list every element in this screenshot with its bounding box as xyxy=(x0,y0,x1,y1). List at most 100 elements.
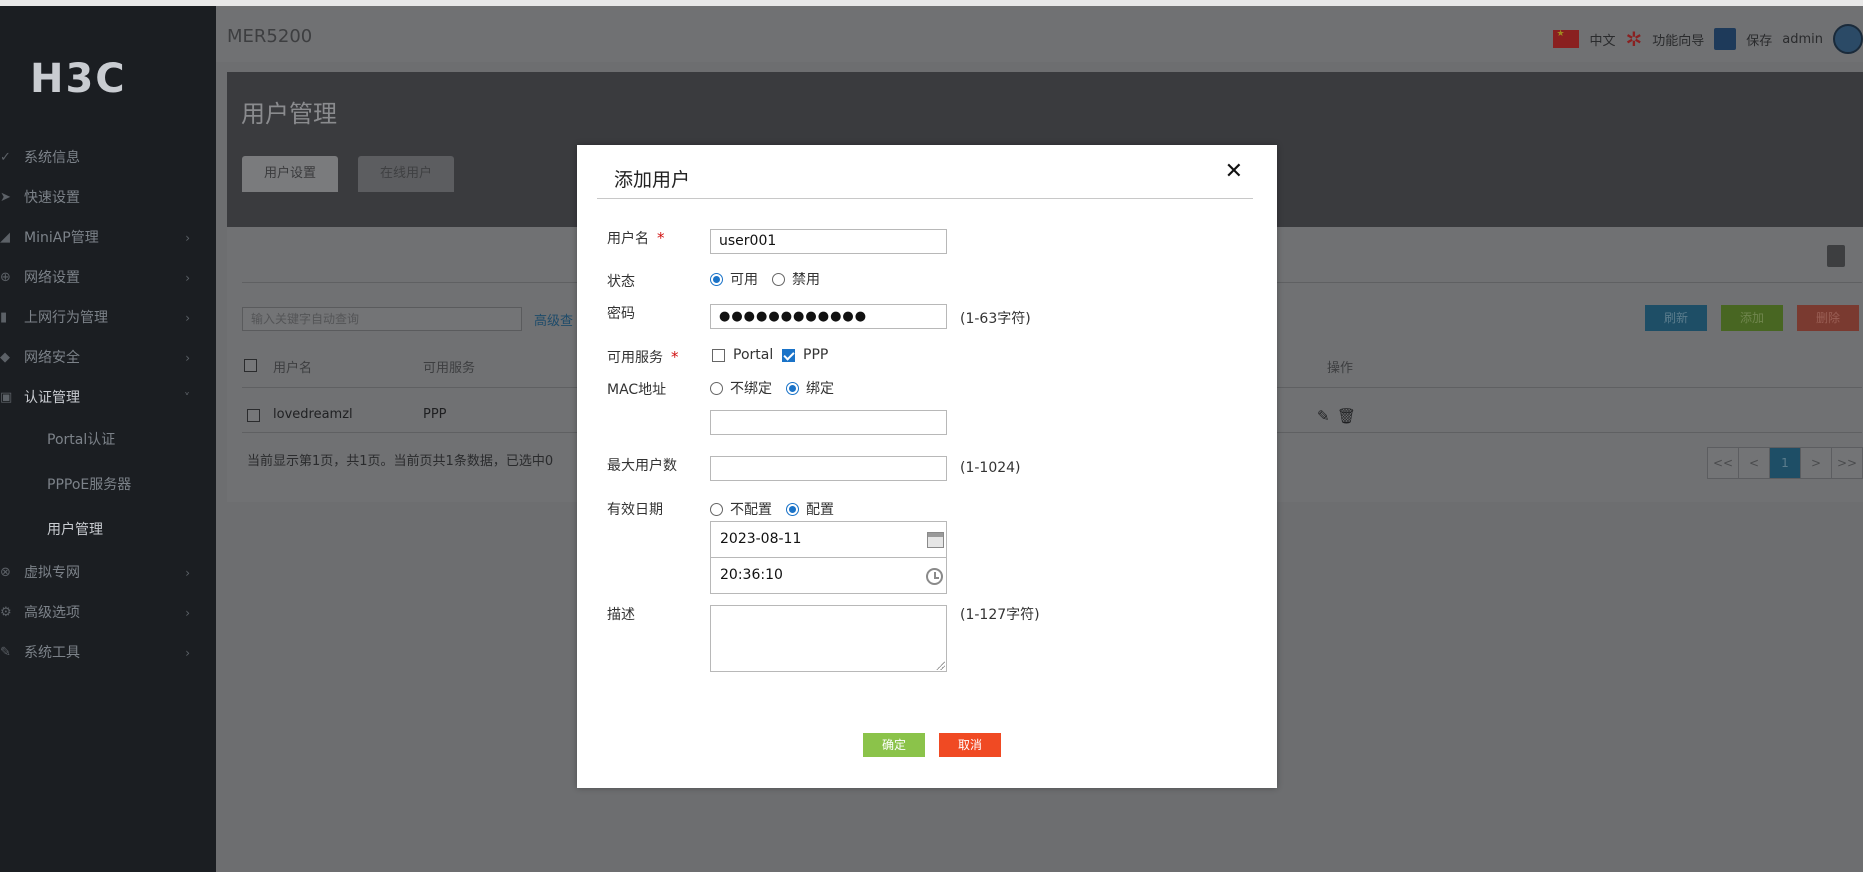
select-all-checkbox[interactable] xyxy=(244,359,257,372)
pager-first-button[interactable]: << xyxy=(1707,447,1739,479)
mac-unbind-radio[interactable]: 不绑定 xyxy=(710,378,772,398)
sidebar-item-tools[interactable]: ✎ 系统工具 › xyxy=(0,633,216,673)
password-hint: (1-63字符) xyxy=(960,311,1031,327)
sidebar-item-advanced[interactable]: ⚙ 高级选项 › xyxy=(0,593,216,633)
sidebar-item-quick-setup[interactable]: ➤ 快速设置 xyxy=(0,178,216,218)
tools-icon: ✎ xyxy=(0,645,11,660)
password-label: 密码 xyxy=(607,306,635,322)
mac-bind-radio[interactable]: 绑定 xyxy=(786,378,834,398)
help-book-icon[interactable] xyxy=(1827,245,1845,267)
checkbox-unchecked-icon xyxy=(712,348,725,362)
pager-prev-button[interactable]: < xyxy=(1738,447,1770,479)
radio-unchecked-icon xyxy=(772,272,785,286)
vpn-icon: ⊗ xyxy=(0,565,11,580)
pager-last-button[interactable]: >> xyxy=(1831,447,1863,479)
ok-button[interactable]: 确定 xyxy=(863,733,925,757)
pager-current[interactable]: 1 xyxy=(1769,447,1801,479)
avatar[interactable] xyxy=(1833,24,1863,54)
dialog-title: 添加用户 xyxy=(614,169,691,191)
language-link[interactable]: 中文 xyxy=(1589,30,1615,49)
status-enabled-radio[interactable]: 可用 xyxy=(710,269,758,289)
password-input[interactable]: ●●●●●●●●●●●● xyxy=(710,304,947,329)
search-input[interactable]: 输入关键字自动查询 xyxy=(242,307,522,331)
validity-label: 有效日期 xyxy=(607,502,663,518)
shield-icon: ◆ xyxy=(0,350,10,365)
sidebar-item-behavior[interactable]: ▮ 上网行为管理 › xyxy=(0,298,216,338)
date-input[interactable]: 2023-08-11 xyxy=(710,521,947,558)
page-info: 当前显示第1页，共1页。当前页共1条数据，已选中0 xyxy=(247,454,554,469)
tab-online-users[interactable]: 在线用户 xyxy=(358,156,455,192)
chevron-right-icon: › xyxy=(185,606,190,620)
status-disabled-radio[interactable]: 禁用 xyxy=(772,269,820,289)
validity-config-radio[interactable]: 配置 xyxy=(786,499,834,519)
sidebar-item-security[interactable]: ◆ 网络安全 › xyxy=(0,338,216,378)
cell-username: lovedreamzl xyxy=(273,407,353,422)
header-ops: 操作 xyxy=(1327,361,1354,376)
advanced-search-link[interactable]: 高级查 xyxy=(534,310,573,329)
header-username[interactable]: 用户名 xyxy=(273,357,312,376)
service-ppp-checkbox[interactable]: PPP xyxy=(782,347,828,363)
service-portal-checkbox[interactable]: Portal xyxy=(712,347,773,363)
cancel-button[interactable]: 取消 xyxy=(939,733,1001,757)
validity-none-radio[interactable]: 不配置 xyxy=(710,499,772,519)
pagination: << < 1 > >> xyxy=(1707,447,1863,479)
auth-icon: ▣ xyxy=(0,390,13,405)
edit-icon[interactable]: ✎ xyxy=(1317,407,1330,425)
ap-icon: ◢ xyxy=(0,230,10,245)
gear-icon: ⚙ xyxy=(0,605,12,620)
tab-user-settings[interactable]: 用户设置 xyxy=(242,156,339,192)
status-label: 状态 xyxy=(607,274,635,290)
sidebar-item-user-mgmt[interactable]: 用户管理 xyxy=(0,508,216,553)
radio-checked-icon xyxy=(710,272,723,286)
calendar-icon[interactable] xyxy=(927,532,944,548)
save-link[interactable]: 保存 xyxy=(1746,30,1772,49)
resize-handle-icon[interactable] xyxy=(935,660,945,670)
user-name[interactable]: admin xyxy=(1782,32,1823,47)
sidebar-item-miniap[interactable]: ◢ MiniAP管理 › xyxy=(0,218,216,258)
radio-checked-icon xyxy=(786,502,799,516)
required-mark: * xyxy=(657,229,665,247)
chevron-down-icon: ˅ xyxy=(184,391,190,405)
sidebar: H3C ✓ 系统信息 ➤ 快速设置 ◢ MiniAP管理 › ⊕ 网络设置 › ▮ 上网行为管… xyxy=(0,6,216,872)
h3c-logo: H3C xyxy=(30,56,127,102)
refresh-button[interactable]: 刷新 xyxy=(1645,305,1707,331)
delete-button[interactable]: 删除 xyxy=(1797,305,1859,331)
radio-checked-icon xyxy=(786,381,799,395)
sidebar-item-vpn[interactable]: ⊗ 虚拟专网 › xyxy=(0,553,216,593)
sidebar-item-network[interactable]: ⊕ 网络设置 › xyxy=(0,258,216,298)
checkbox-checked-icon xyxy=(782,348,795,362)
pager-next-button[interactable]: > xyxy=(1800,447,1832,479)
guide-link[interactable]: 功能向导 xyxy=(1652,30,1704,49)
sidebar-item-pppoe[interactable]: PPPoE服务器 xyxy=(0,463,216,508)
max-users-input[interactable] xyxy=(710,456,947,481)
max-users-label: 最大用户数 xyxy=(607,458,677,474)
chevron-right-icon: › xyxy=(185,566,190,580)
save-icon xyxy=(1714,28,1737,50)
sidebar-item-auth[interactable]: ▣ 认证管理 ˅ xyxy=(0,378,216,418)
chevron-right-icon: › xyxy=(185,311,190,325)
sidebar-item-system-info[interactable]: ✓ 系统信息 xyxy=(0,138,216,178)
chevron-right-icon: › xyxy=(185,351,190,365)
sidebar-item-portal[interactable]: Portal认证 xyxy=(0,418,216,463)
close-icon[interactable]: ✕ xyxy=(1225,159,1243,184)
topbar: MER5200 中文 ✲ 功能向导 保存 admin xyxy=(216,6,1863,62)
header-service[interactable]: 可用服务 xyxy=(423,357,475,376)
radio-unchecked-icon xyxy=(710,502,723,516)
username-label: 用户名 * xyxy=(607,229,665,247)
globe-icon: ⊕ xyxy=(0,270,11,285)
add-button[interactable]: 添加 xyxy=(1721,305,1783,331)
username-input[interactable]: user001 xyxy=(710,229,947,254)
cell-service: PPP xyxy=(423,407,447,422)
clock-icon[interactable] xyxy=(926,568,943,585)
add-user-dialog: 添加用户 ✕ 用户名 * user001 状态 可用 禁用 密码 ●●●●●●●●… xyxy=(577,145,1277,788)
row-checkbox[interactable] xyxy=(247,409,260,422)
desc-textarea[interactable] xyxy=(710,605,947,672)
mac-address-input[interactable] xyxy=(710,410,947,435)
divider xyxy=(597,198,1253,199)
time-input[interactable]: 20:36:10 xyxy=(710,557,947,594)
sidebar-nav: ✓ 系统信息 ➤ 快速设置 ◢ MiniAP管理 › ⊕ 网络设置 › ▮ 上网行为管理 › ◆… xyxy=(0,138,216,673)
trash-icon[interactable]: 🗑 xyxy=(1337,407,1356,425)
services-label: 可用服务 * xyxy=(607,348,679,366)
chevron-right-icon: › xyxy=(185,271,190,285)
device-model: MER5200 xyxy=(227,26,313,47)
